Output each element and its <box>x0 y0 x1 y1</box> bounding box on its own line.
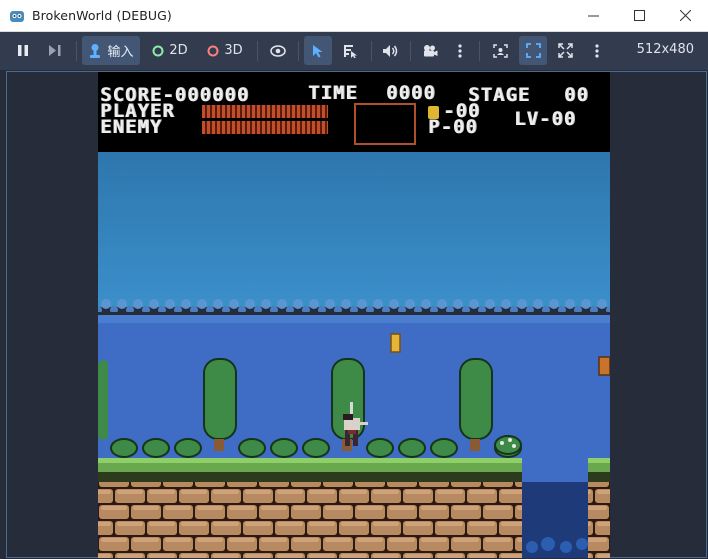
input-label: 输入 <box>107 45 134 60</box>
subweapon-box <box>354 103 416 145</box>
pause-icon[interactable] <box>10 36 36 65</box>
window-title: BrokenWorld (DEBUG) <box>32 8 172 23</box>
brick-ground <box>588 482 610 558</box>
close-icon[interactable] <box>662 0 708 31</box>
mode-2d-label: 2D <box>169 43 188 58</box>
resolution-label: 512x480 <box>636 42 694 57</box>
joystick-icon <box>90 43 101 58</box>
toolbar-separator <box>371 41 372 61</box>
p-count: P-00 <box>428 116 478 138</box>
toolbar-separator <box>479 41 480 61</box>
time-label: TIME <box>308 82 358 104</box>
speaker-icon[interactable] <box>376 36 404 65</box>
toolbar-separator <box>410 41 411 61</box>
minimize-icon[interactable] <box>570 0 616 31</box>
input-button[interactable]: 输入 <box>82 36 140 65</box>
level-text: LV-00 <box>514 108 577 130</box>
more-options-icon[interactable] <box>585 36 609 65</box>
fit-viewport-icon[interactable] <box>519 36 547 65</box>
more-options-icon[interactable] <box>448 36 472 65</box>
mode-3d-label: 3D <box>224 43 243 58</box>
stage-value: 00 <box>564 84 589 106</box>
maximize-icon[interactable] <box>616 0 662 31</box>
next-frame-icon[interactable] <box>42 36 68 65</box>
toolbar-separator <box>298 41 299 61</box>
enemy-label: ENEMY <box>100 116 163 138</box>
enemy-health-bar <box>202 121 328 134</box>
flower-bush <box>494 435 522 455</box>
toolbar-separator <box>257 41 258 61</box>
toolbar-separator <box>76 41 77 61</box>
brick-ground <box>98 482 522 558</box>
screenshot-frame-icon[interactable] <box>486 36 514 65</box>
window-titlebar: BrokenWorld (DEBUG) <box>0 0 708 32</box>
time-value: 0000 <box>386 82 436 104</box>
2d-node-icon <box>152 45 164 56</box>
expand-icon[interactable] <box>551 36 579 65</box>
eye-icon[interactable] <box>264 36 292 65</box>
debug-toolbar: 输入 2D 3D <box>0 32 708 70</box>
list-select-icon[interactable] <box>336 36 364 65</box>
game-scene <box>98 152 610 558</box>
3d-node-icon <box>207 45 219 56</box>
mode-3d-button[interactable]: 3D <box>200 36 250 65</box>
select-cursor-icon[interactable] <box>304 36 332 65</box>
candle-item <box>390 333 401 353</box>
player-health-bar <box>202 105 328 118</box>
godot-icon <box>10 10 24 22</box>
game-viewport[interactable]: SCORE-000000 TIME 0000 STAGE 00 PLAYER E… <box>98 72 610 558</box>
candle-item <box>598 356 610 376</box>
camera-icon[interactable] <box>416 36 444 65</box>
sky <box>98 152 610 307</box>
game-hud: SCORE-000000 TIME 0000 STAGE 00 PLAYER E… <box>98 72 610 152</box>
mode-2d-button[interactable]: 2D <box>145 36 195 65</box>
